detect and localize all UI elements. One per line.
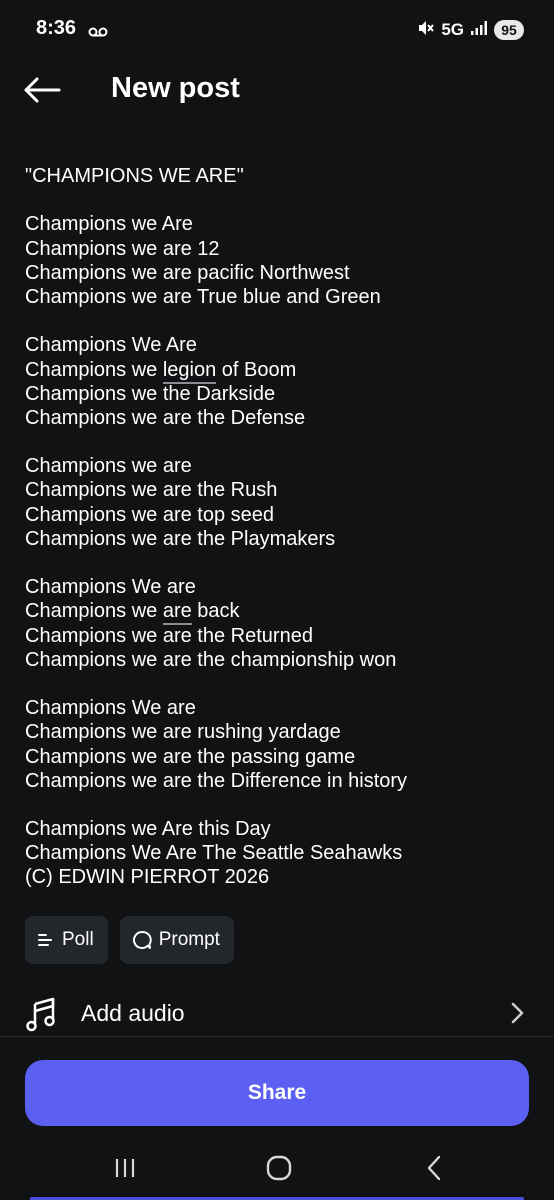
back-nav-button[interactable] [412,1150,456,1186]
add-audio-label: Add audio [81,1000,185,1026]
share-button[interactable]: Share [25,1060,529,1126]
post-line: Champions We are [25,576,196,599]
post-line: Champions we are the championship won [25,648,397,671]
post-options: Poll Prompt [25,916,234,964]
recents-button[interactable] [103,1150,147,1186]
back-arrow-icon [24,77,61,103]
system-nav-bar [0,1136,554,1200]
post-line: Champions we are the Playmakers [25,527,336,550]
voicemail-icon [88,24,108,42]
prompt-label: Prompt [158,929,220,950]
poll-label: Poll [62,929,94,950]
post-line: Champions We Are [25,334,197,357]
poll-button[interactable]: Poll [25,916,108,964]
post-line: Champions we are the passing game [25,745,356,768]
post-line: Champions We are [25,697,196,720]
spellcheck-word[interactable]: are [163,600,192,622]
post-line: Champions we are True blue and Green [25,285,381,308]
status-bar: 8:36 5G 95 [0,0,554,60]
post-line: Champions we are rushing yardage [25,721,341,744]
status-time: 8:36 [36,17,77,39]
spellcheck-word[interactable]: legion [163,359,216,381]
mute-icon [417,19,435,42]
post-text-editor[interactable]: "CHAMPIONS WE ARE" Champions we Are Champi… [25,164,525,890]
post-line: Champions we Are [25,213,193,236]
post-line: Champions we are [25,455,192,478]
chevron-right-icon [510,1002,524,1029]
post-line: Champions we are the Difference in histo… [25,769,408,792]
post-line: Champions we Are this Day [25,818,271,841]
status-indicators: 5G 95 [417,18,524,42]
post-line: (C) EDWIN PIERROT 2026 [25,866,270,889]
recents-icon [115,1159,135,1177]
post-line: Champions we are back [25,600,240,623]
page-title: New post [111,72,240,104]
post-line: Champions we are 12 [25,237,220,260]
home-button[interactable] [257,1150,301,1186]
post-line: Champions we legion of Boom [25,358,297,381]
post-line: Champions we are the Defense [25,406,306,429]
prompt-icon [132,930,152,949]
post-line: Champions we are the Returned [25,624,313,647]
post-line: "CHAMPIONS WE ARE" [25,165,244,187]
post-line: Champions we are the Rush [25,479,278,502]
battery-badge: 95 [494,20,524,40]
post-line: Champions We Are The Seattle Seahawks [25,842,403,865]
signal-icon [470,20,488,41]
music-note-icon [26,996,58,1037]
prompt-button[interactable]: Prompt [119,916,234,964]
divider [0,1036,554,1037]
app-header: New post [0,62,554,118]
post-line: Champions we the Darkside [25,382,276,405]
back-button[interactable] [20,70,64,110]
home-icon [266,1155,292,1181]
post-line: Champions we are pacific Northwest [25,261,350,284]
add-audio-row[interactable]: Add audio [0,990,554,1038]
back-nav-icon [427,1155,441,1181]
post-line: Champions we are top seed [25,503,275,526]
network-label: 5G [441,20,464,39]
poll-icon [38,934,52,946]
